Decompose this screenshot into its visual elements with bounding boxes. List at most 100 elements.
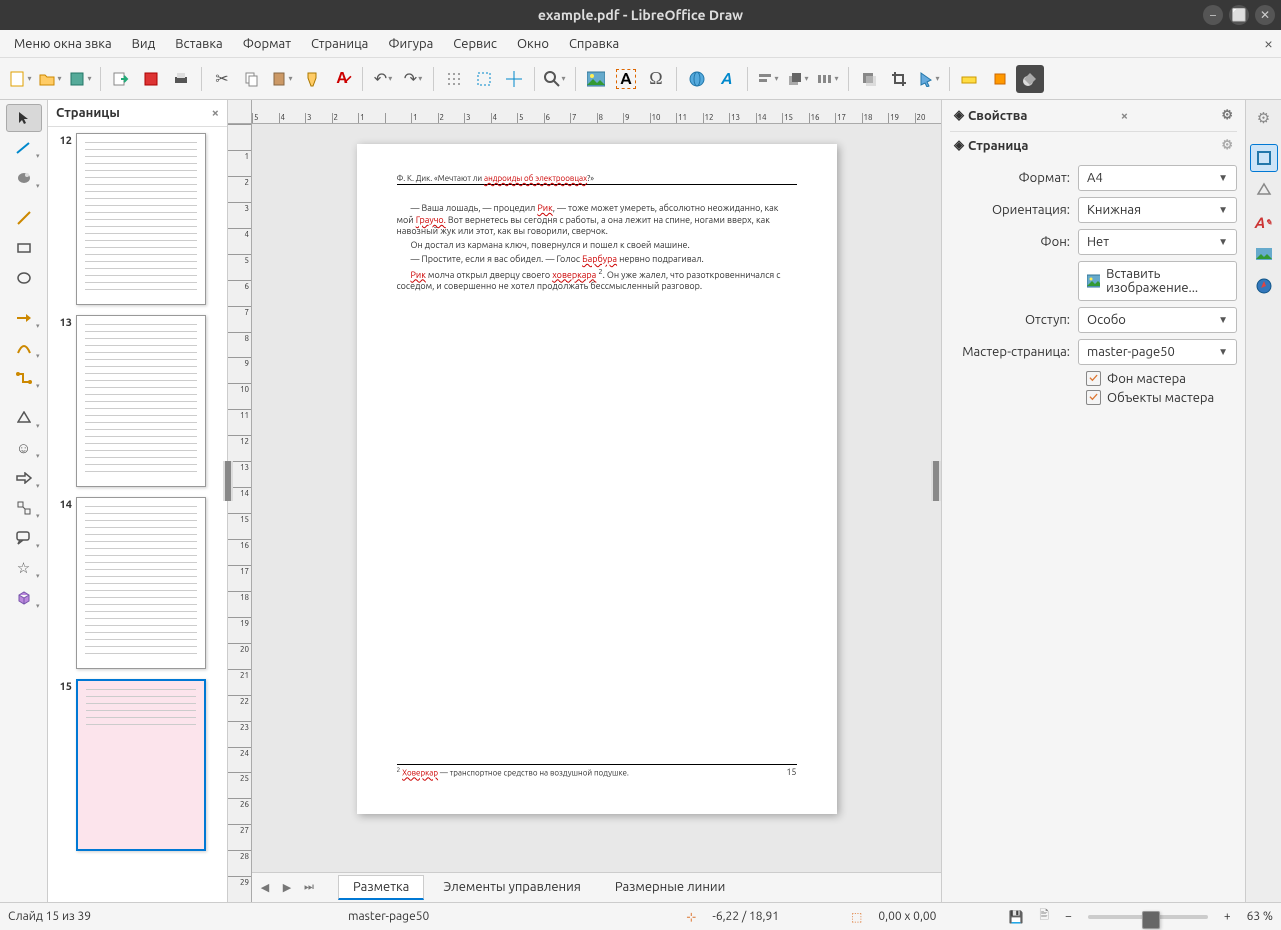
orientation-combo[interactable]: Книжная▼ (1078, 197, 1237, 223)
text-box-button[interactable]: A (612, 65, 640, 93)
hyperlink-button[interactable] (683, 65, 711, 93)
ellipse-tool[interactable] (6, 264, 42, 292)
menu-sound[interactable]: Меню окна звка (6, 33, 120, 55)
close-doc-button[interactable]: × (1264, 35, 1273, 53)
curve-tool[interactable]: ▾ (6, 334, 42, 362)
extrusion-button[interactable] (986, 65, 1014, 93)
master-status[interactable]: master-page50 (348, 910, 429, 923)
navigator-tab[interactable] (1250, 272, 1278, 300)
export-pdf-button[interactable] (137, 65, 165, 93)
print-button[interactable] (167, 65, 195, 93)
format-combo[interactable]: A4▼ (1078, 165, 1237, 191)
doc-modified-icon[interactable]: 🖹 (1039, 906, 1049, 927)
fontwork-button[interactable]: A (713, 65, 741, 93)
line-color-tool[interactable]: ▾ (6, 134, 42, 162)
clone-format-button[interactable] (298, 65, 326, 93)
menu-page[interactable]: Страница (303, 33, 376, 55)
horizontal-ruler[interactable]: 543211234567891011121314151617181920 (252, 100, 941, 124)
shapes-tab[interactable] (1250, 176, 1278, 204)
menu-shape[interactable]: Фигура (380, 33, 441, 55)
tab-layout[interactable]: Разметка (338, 875, 424, 900)
paste-button[interactable]: ▾ (268, 65, 296, 93)
clear-format-button[interactable]: A̷ (328, 65, 356, 93)
menu-help[interactable]: Справка (561, 33, 627, 55)
properties-tab[interactable] (1250, 144, 1278, 172)
maximize-button[interactable]: ⬜ (1229, 5, 1249, 25)
symbol-shapes-tool[interactable]: ☺▾ (6, 434, 42, 462)
menu-format[interactable]: Формат (235, 33, 299, 55)
paragraph[interactable]: Рик молча открыл дверцу своего ховеркара… (397, 268, 797, 293)
line-tool[interactable] (6, 204, 42, 232)
basic-shapes-tool[interactable]: ▾ (6, 404, 42, 432)
cut-button[interactable]: ✂ (208, 65, 236, 93)
background-combo[interactable]: Нет▼ (1078, 229, 1237, 255)
crop-button[interactable] (885, 65, 913, 93)
canvas-viewport[interactable]: Ф. К. Дик. «Мечтают ли андроиды об элект… (252, 124, 941, 872)
vertical-ruler[interactable]: 1234567891011121314151617181920212223242… (228, 124, 252, 902)
close-props-button[interactable]: × (1121, 109, 1128, 123)
paragraph[interactable]: Он достал из кармана ключ, повернулся и … (397, 240, 797, 252)
menu-window[interactable]: Окно (509, 33, 557, 55)
minimize-button[interactable]: – (1203, 5, 1223, 25)
insert-image-button[interactable] (582, 65, 610, 93)
page-thumb[interactable]: 12 (54, 133, 221, 305)
fill-color-tool[interactable]: ▾ (6, 164, 42, 192)
save-indicator-icon[interactable]: 💾 (1008, 910, 1023, 924)
save-button[interactable]: ▾ (66, 65, 94, 93)
select-tool[interactable] (6, 104, 42, 132)
gluepoints-button[interactable] (956, 65, 984, 93)
zoom-slider[interactable] (1088, 915, 1208, 919)
gallery-tab[interactable] (1250, 240, 1278, 268)
zoom-in-button[interactable]: + (1224, 910, 1231, 923)
slide-status[interactable]: Слайд 15 из 39 (8, 910, 91, 923)
copy-button[interactable] (238, 65, 266, 93)
grid-button[interactable] (440, 65, 468, 93)
collapse-icon[interactable]: ◈ (954, 138, 964, 153)
arrow-tool[interactable]: ▾ (6, 304, 42, 332)
pages-panel-close[interactable]: × (212, 106, 219, 120)
block-arrows-tool[interactable]: ▾ (6, 464, 42, 492)
redo-button[interactable]: ↷▾ (399, 65, 427, 93)
shadow-button[interactable] (855, 65, 883, 93)
master-objects-checkbox[interactable]: ✓ (1086, 390, 1101, 405)
open-button[interactable]: ▾ (36, 65, 64, 93)
left-panel-toggle[interactable] (223, 461, 233, 501)
next-page-button[interactable]: ▶ (278, 879, 296, 897)
page-canvas[interactable]: Ф. К. Дик. «Мечтают ли андроиды об элект… (357, 144, 837, 814)
callout-tool[interactable]: ▾ (6, 524, 42, 552)
master-combo[interactable]: master-page50▼ (1078, 339, 1237, 365)
connector-tool[interactable]: ▾ (6, 364, 42, 392)
special-char-button[interactable]: Ω (642, 65, 670, 93)
master-bg-checkbox[interactable]: ✓ (1086, 371, 1101, 386)
stars-tool[interactable]: ☆▾ (6, 554, 42, 582)
close-window-button[interactable]: ✕ (1255, 5, 1275, 25)
page-thumb[interactable]: 14 (54, 497, 221, 669)
styles-tab[interactable]: A✎ (1250, 208, 1278, 236)
insert-image-button-prop[interactable]: Вставить изображение... (1078, 261, 1237, 301)
section-menu-icon[interactable]: ⚙ (1221, 138, 1233, 153)
draw-functions-button[interactable] (1016, 65, 1044, 93)
guides-button[interactable] (500, 65, 528, 93)
settings-icon[interactable]: ⚙ (1221, 108, 1233, 123)
right-panel-toggle[interactable] (931, 461, 941, 501)
expand-icon[interactable]: ◈ (954, 108, 964, 123)
footnote[interactable]: 2 Ховеркар — транспортное средство на во… (397, 764, 797, 779)
filter-button[interactable]: ▾ (915, 65, 943, 93)
zoom-button[interactable]: ▾ (541, 65, 569, 93)
paragraph[interactable]: — Ваша лошадь, — процедил Рик, — тоже мо… (397, 203, 797, 238)
zoom-out-button[interactable]: − (1065, 910, 1072, 923)
tab-dimensions[interactable]: Размерные линии (600, 875, 741, 900)
margin-combo[interactable]: Особо▼ (1078, 307, 1237, 333)
3d-tool[interactable]: ▾ (6, 584, 42, 612)
menu-tools[interactable]: Сервис (445, 33, 505, 55)
new-button[interactable]: ▾ (6, 65, 34, 93)
arrange-button[interactable]: ▾ (784, 65, 812, 93)
undo-button[interactable]: ↶▾ (369, 65, 397, 93)
export-button[interactable] (107, 65, 135, 93)
flowchart-tool[interactable]: ▾ (6, 494, 42, 522)
snap-button[interactable] (470, 65, 498, 93)
pages-list[interactable]: 12 13 14 15 (48, 127, 227, 902)
page-thumb-selected[interactable]: 15 (54, 679, 221, 851)
page-thumb[interactable]: 13 (54, 315, 221, 487)
zoom-level[interactable]: 63 % (1247, 910, 1273, 923)
